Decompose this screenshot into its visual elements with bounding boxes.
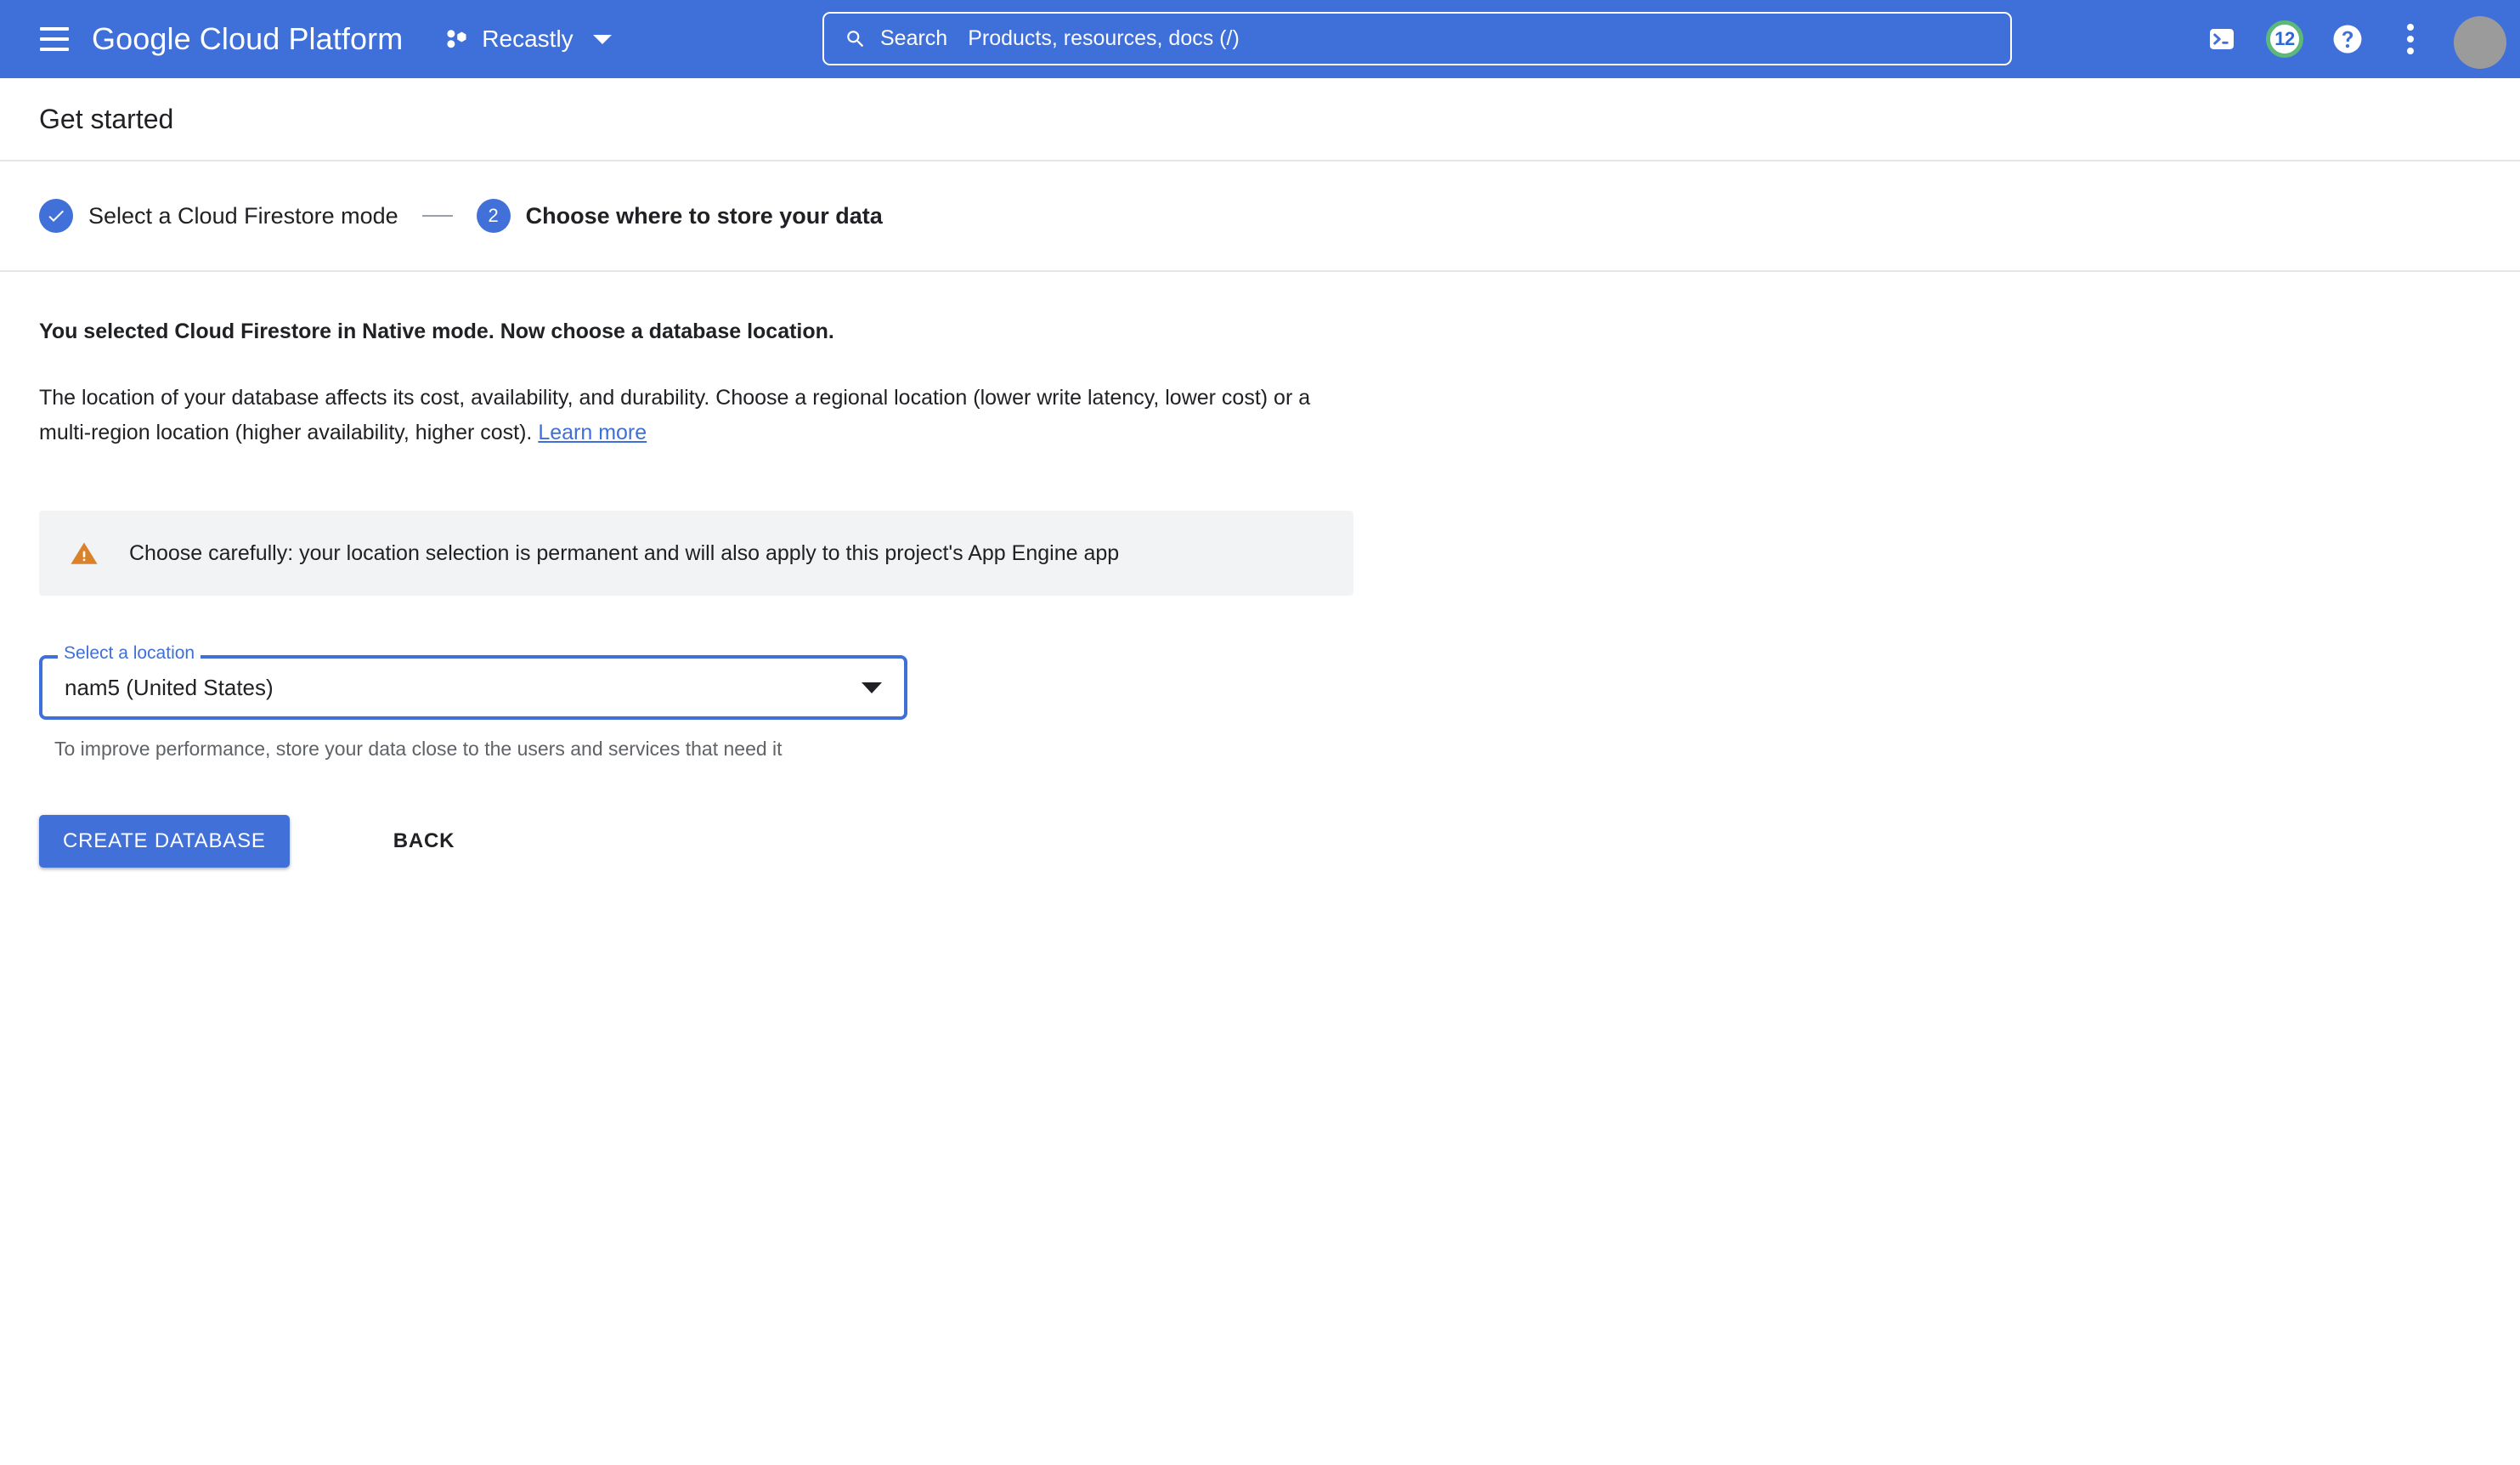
learn-more-link[interactable]: Learn more [538, 421, 647, 444]
step-number-indicator: 2 [476, 199, 511, 233]
warning-triangle-icon [71, 542, 98, 564]
stepper: Select a Cloud Firestore mode 2 Choose w… [0, 161, 2520, 272]
lead-text: You selected Cloud Firestore in Native m… [39, 320, 834, 343]
search-bar-container: Search Products, resources, docs (/) [822, 12, 2012, 65]
search-input[interactable]: Search Products, resources, docs (/) [822, 12, 2012, 65]
stepper-connector [421, 215, 453, 217]
stepper-step-2-number: 2 [488, 205, 499, 226]
search-placeholder: Products, resources, docs (/) [968, 26, 1240, 50]
top-app-bar: Google Cloud Platform Recastly Search Pr… [0, 0, 2520, 78]
action-buttons: CREATE DATABASE BACK [39, 815, 2481, 868]
location-field-block: Select a location nam5 (United States) T… [39, 644, 2481, 762]
cloud-project-icon [447, 30, 466, 48]
main-content: You selected Cloud Firestore in Native m… [0, 272, 2520, 868]
step-complete-indicator [39, 199, 73, 233]
hamburger-line [40, 48, 69, 51]
create-database-button[interactable]: CREATE DATABASE [39, 815, 290, 868]
hamburger-line [40, 27, 69, 31]
description-paragraph: The location of your database affects it… [39, 381, 1352, 450]
header-actions: 12 [2190, 0, 2506, 78]
location-select-label: Select a location [58, 644, 201, 663]
search-label: Search [880, 26, 948, 50]
brand-title[interactable]: Google Cloud Platform [92, 24, 403, 54]
check-icon [48, 210, 64, 222]
stepper-step-1-label: Select a Cloud Firestore mode [88, 202, 398, 229]
stepper-step-1[interactable]: Select a Cloud Firestore mode [39, 199, 398, 233]
stepper-step-2-label: Choose where to store your data [525, 202, 883, 229]
terminal-icon [2210, 29, 2234, 49]
location-field-hint: To improve performance, store your data … [54, 738, 783, 761]
cloud-shell-button[interactable] [2190, 8, 2253, 71]
search-icon [847, 30, 864, 47]
notifications-button[interactable]: 12 [2253, 8, 2316, 71]
kebab-dot [2407, 48, 2414, 54]
avatar[interactable] [2454, 16, 2506, 69]
project-selector[interactable]: Recastly [437, 18, 619, 60]
page-title: Get started [39, 104, 174, 134]
warning-banner: Choose carefully: your location selectio… [39, 511, 1353, 597]
kebab-dot [2407, 36, 2414, 42]
kebab-menu-icon [2407, 24, 2414, 54]
help-circle-icon [2333, 25, 2362, 54]
dropdown-caret-icon[interactable] [862, 682, 882, 693]
warning-text: Choose carefully: your location selectio… [129, 540, 1120, 565]
location-select-value: nam5 (United States) [65, 675, 274, 701]
help-button[interactable] [2316, 8, 2379, 71]
chevron-down-icon [592, 34, 612, 44]
description-text: The location of your database affects it… [39, 386, 1311, 444]
page-title-bar: Get started [0, 78, 2520, 161]
location-select[interactable]: Select a location nam5 (United States) [39, 644, 907, 721]
hamburger-menu-icon[interactable] [29, 14, 80, 65]
stepper-step-2[interactable]: 2 Choose where to store your data [476, 199, 883, 233]
more-options-button[interactable] [2379, 8, 2442, 71]
back-button[interactable]: BACK [371, 815, 477, 868]
project-name: Recastly [482, 25, 573, 52]
notification-count-badge: 12 [2266, 20, 2303, 58]
hamburger-line [40, 37, 69, 41]
kebab-dot [2407, 24, 2414, 31]
